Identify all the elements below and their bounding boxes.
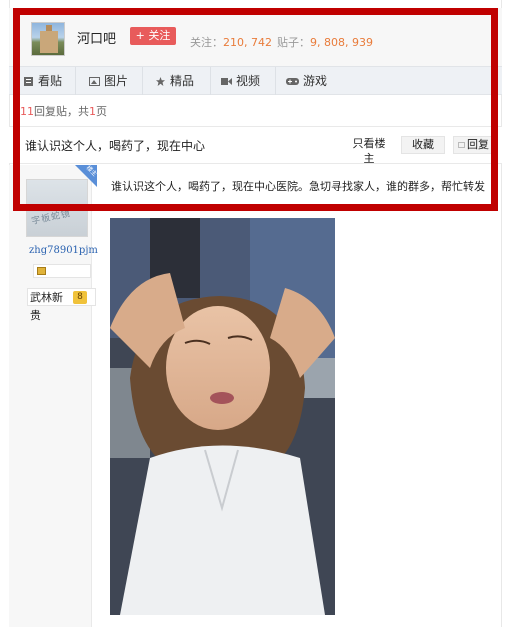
rank-title: 武林新贵	[30, 291, 63, 322]
author-column: 字板蛇镜 zhg78901pjm 武林新贵 8	[9, 165, 98, 627]
annotation-highlight-box	[13, 8, 498, 211]
author-name[interactable]: zhg78901pjm	[29, 245, 98, 256]
rank-level: 8	[73, 291, 87, 304]
level-medal-icon	[37, 267, 46, 275]
post-image[interactable]	[110, 218, 335, 615]
level-badge	[33, 264, 91, 278]
